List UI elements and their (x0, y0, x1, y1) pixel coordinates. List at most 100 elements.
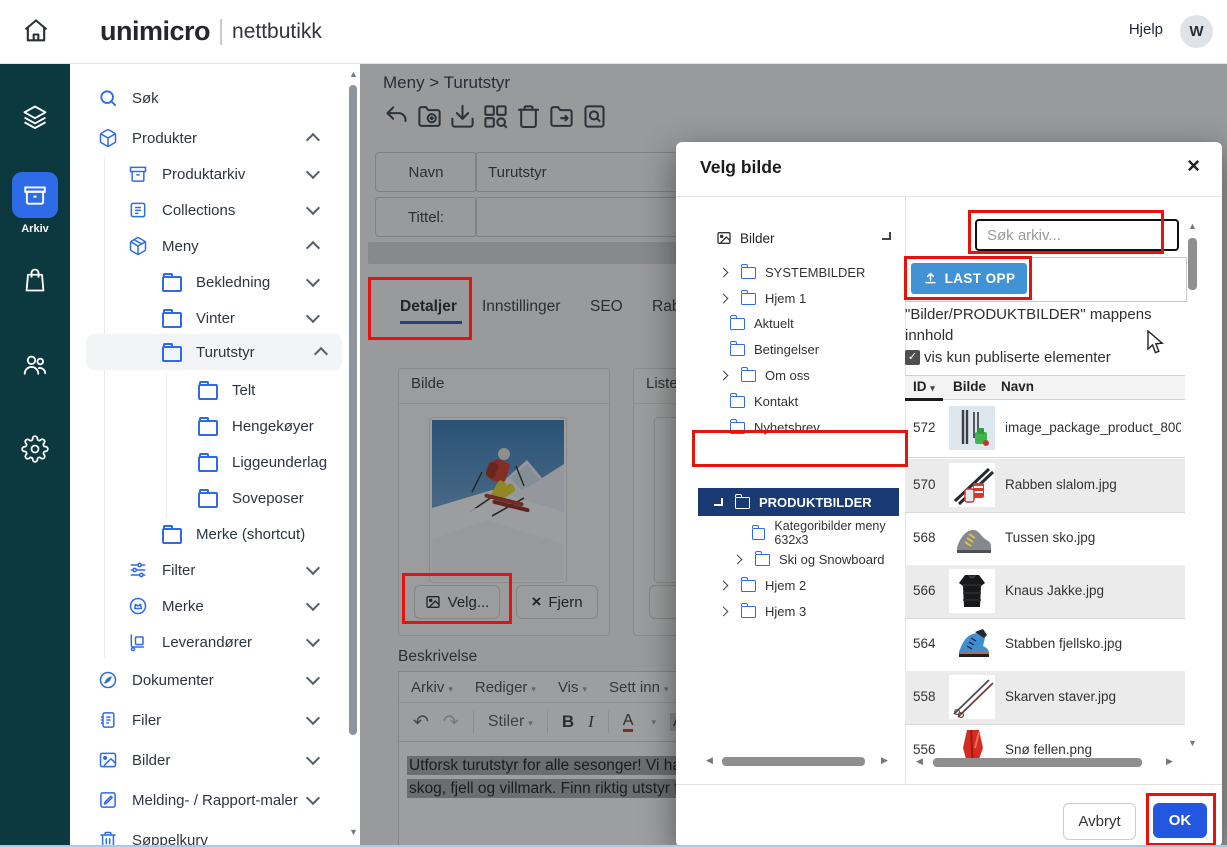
chevron-down-icon (306, 671, 320, 685)
sidebar-item-bilder[interactable]: Bilder (70, 742, 350, 778)
tree-item-ski-og-snowboard[interactable]: Ski og Snowboard (734, 546, 885, 572)
sidebar-item-telt[interactable]: Telt (70, 372, 350, 408)
chevron-down-icon (306, 597, 320, 611)
sidebar-item-label: Leverandører (162, 634, 252, 651)
tree-item-hjem3[interactable]: Hjem 3 (720, 598, 806, 624)
package-icon (98, 128, 118, 148)
table-row[interactable]: 558 Skarven staver.jpg (905, 671, 1185, 725)
image-icon (716, 230, 732, 246)
col-id[interactable]: ID ▾ (913, 379, 935, 394)
tree-item-nyhetsbrev[interactable]: Nyhetsbrev (730, 414, 820, 440)
avbryt-button[interactable]: Avbryt (1063, 803, 1136, 840)
handtruck-icon (128, 632, 148, 652)
tree-root-bilder[interactable]: Bilder (716, 225, 775, 251)
folder-icon (741, 580, 756, 592)
folder-icon (198, 420, 218, 436)
thumb-skis-green (949, 406, 995, 450)
sidebar-item-soppelkurv[interactable]: Søppelkurv (70, 822, 350, 847)
sidebar-item-filer[interactable]: Filer (70, 702, 350, 738)
scroll-right-arrow[interactable]: ▶ (1166, 757, 1173, 766)
table-row[interactable]: 572 image_package_product_800x800 (905, 402, 1185, 458)
table-row[interactable]: 568 Tussen sko.jpg (905, 512, 1185, 566)
avatar[interactable]: W (1180, 15, 1213, 48)
folder-icon (752, 528, 765, 540)
collapse-corner-icon[interactable] (882, 232, 891, 240)
sidebar-item-bekledning[interactable]: Bekledning (70, 264, 350, 300)
sidebar-item-label: Melding- / Rapport-maler (132, 792, 298, 809)
scroll-down-arrow[interactable]: ▼ (1188, 739, 1197, 748)
sidebar-item-produktarkiv[interactable]: Produktarkiv (70, 156, 350, 192)
scroll-left-arrow[interactable]: ◀ (706, 756, 713, 765)
customers-icon[interactable] (21, 351, 49, 379)
scroll-down-arrow[interactable]: ▼ (349, 828, 358, 837)
chevron-down-icon (306, 751, 320, 765)
tree-item-betingelser[interactable]: Betingelser (730, 336, 819, 362)
archive-rail-button[interactable] (12, 172, 58, 218)
table-row[interactable]: 556 Snø fellen.png (905, 724, 1185, 758)
sidebar-item-collections[interactable]: Collections (70, 192, 350, 228)
help-link[interactable]: Hjelp (1129, 21, 1163, 38)
sidebar-item-leverandorer[interactable]: Leverandører (70, 624, 350, 660)
tree-item-hjem1[interactable]: Hjem 1 (720, 285, 806, 311)
shop-bag-icon[interactable] (21, 266, 49, 294)
tree-item-hjem2[interactable]: Hjem 2 (720, 572, 806, 598)
close-icon[interactable]: × (1187, 153, 1200, 179)
sidebar-item-vinter[interactable]: Vinter (70, 300, 350, 336)
table-row[interactable]: 570 Rabben slalom.jpg (905, 459, 1185, 513)
sidebar-nav: Søk Produkter Produktarkiv Collections M… (70, 63, 360, 847)
scroll-up-arrow[interactable]: ▲ (349, 70, 358, 79)
col-bilde[interactable]: Bilde (953, 379, 986, 394)
thumb-blue-boot (949, 622, 995, 666)
tree-item-om-oss[interactable]: Om oss (720, 362, 810, 388)
chevron-down-icon (306, 791, 320, 805)
home-icon[interactable] (22, 17, 50, 45)
archive-rail-label: Arkiv (0, 223, 70, 235)
brand-name: unimicro (100, 16, 210, 47)
nav-scrollbar-thumb[interactable] (349, 85, 357, 735)
sidebar-item-dokumenter[interactable]: Dokumenter (70, 662, 350, 698)
sidebar-item-label: Turutstyr (196, 344, 255, 361)
archive-search-input[interactable] (975, 219, 1179, 251)
tree-item-aktuelt[interactable]: Aktuelt (730, 310, 794, 336)
sidebar-item-liggeunderlag[interactable]: Liggeunderlag (70, 444, 350, 480)
compass-icon (98, 670, 118, 690)
table-vscroll-thumb[interactable] (1188, 238, 1197, 290)
collapse-corner-icon (714, 498, 723, 506)
col-navn[interactable]: Navn (1001, 379, 1034, 394)
tree-hscroll-thumb[interactable] (722, 757, 865, 766)
sidebar-item-maler[interactable]: Melding- / Rapport-maler (70, 782, 350, 818)
ok-button[interactable]: OK (1153, 803, 1207, 838)
sidebar-item-filter[interactable]: Filter (70, 552, 350, 588)
sidebar-item-turutstyr[interactable]: Turutstyr (86, 334, 342, 370)
menu-package-icon (128, 236, 148, 256)
chevron-down-icon (306, 561, 320, 575)
tree-item-systembilder[interactable]: SYSTEMBILDER (720, 259, 865, 285)
folder-info-text: "Bilder/PRODUKTBILDER" mappens innhold (905, 304, 1157, 346)
folder-icon (741, 370, 756, 382)
tree-item-produktbilder[interactable]: PRODUKTBILDER (698, 488, 899, 516)
table-rows: 572 image_package_product_800x800 570 Ra… (905, 400, 1185, 758)
tree-item-kategoribilder[interactable]: Kategoribilder meny 632x3 (752, 520, 905, 546)
sidebar-item-merke[interactable]: Merke (70, 588, 350, 624)
sidebar-item-produkter[interactable]: Produkter (70, 120, 350, 156)
table-row[interactable]: 564 Stabben fjellsko.jpg (905, 618, 1185, 672)
sidebar-item-sok[interactable]: Søk (70, 80, 350, 116)
modal-header: Velg bilde × (676, 142, 1222, 197)
scroll-left-arrow[interactable]: ◀ (916, 757, 923, 766)
scroll-right-arrow[interactable]: ▶ (881, 756, 888, 765)
published-filter[interactable]: ✓ vis kun publiserte elementer (905, 349, 1111, 366)
sidebar-item-merke-shortcut[interactable]: Merke (shortcut) (70, 516, 350, 552)
tree-item-kontakt[interactable]: Kontakt (730, 388, 798, 414)
sidebar-item-meny[interactable]: Meny (70, 228, 350, 264)
table-hscroll-thumb[interactable] (933, 758, 1142, 767)
sidebar-item-label: Søk (132, 90, 159, 107)
table-row[interactable]: 566 Knaus Jakke.jpg (905, 565, 1185, 619)
layers-icon[interactable] (21, 103, 49, 131)
checkbox-checked-icon[interactable]: ✓ (905, 350, 920, 365)
scroll-up-arrow[interactable]: ▲ (1188, 222, 1197, 231)
folder-icon (162, 346, 182, 362)
settings-gear-icon[interactable] (21, 435, 49, 463)
sidebar-item-soveposer[interactable]: Soveposer (70, 480, 350, 516)
last-opp-button[interactable]: LAST OPP (911, 263, 1027, 294)
sidebar-item-hengekoyer[interactable]: Hengekøyer (70, 408, 350, 444)
